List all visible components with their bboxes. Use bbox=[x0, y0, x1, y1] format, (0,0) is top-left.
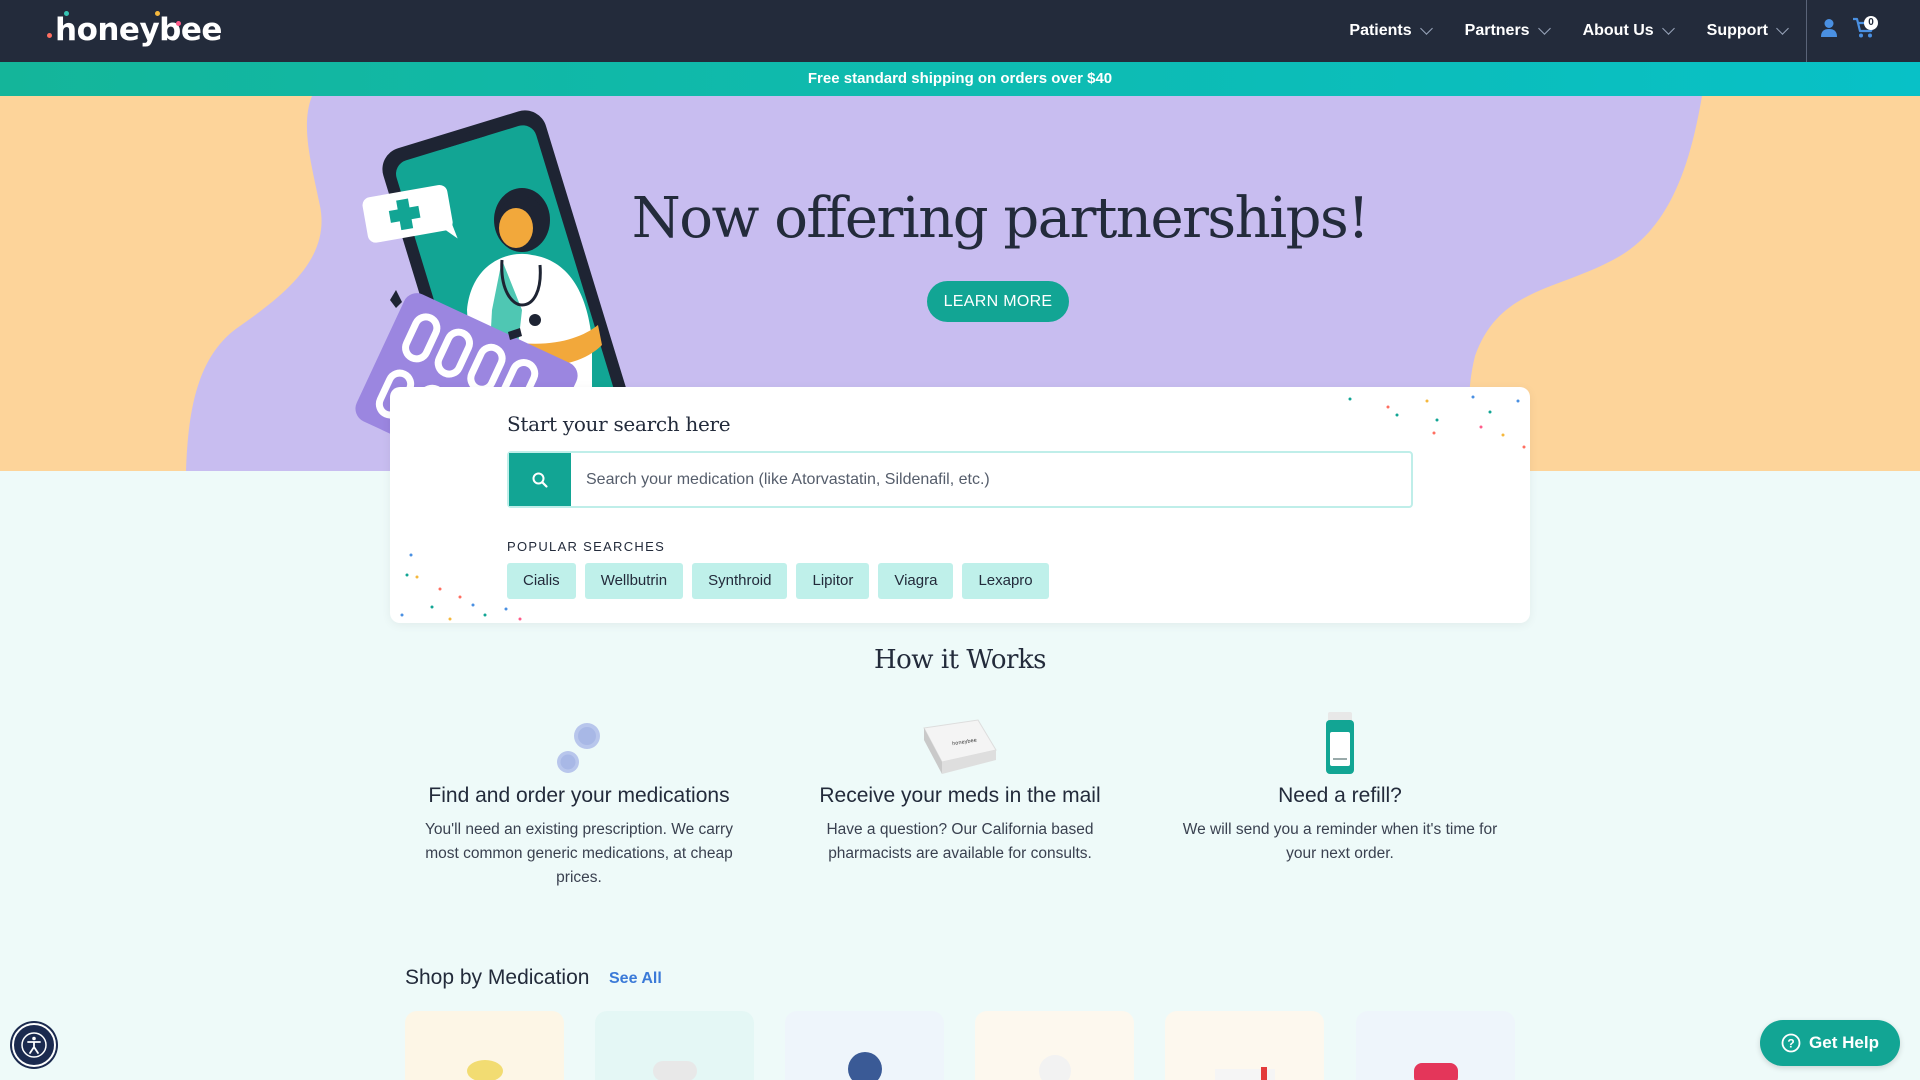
step-receive-mail: honeybee Receive your meds in the mail H… bbox=[790, 700, 1130, 866]
accessibility-icon bbox=[21, 1032, 47, 1058]
learn-more-button[interactable]: LEARN MORE bbox=[927, 281, 1069, 322]
step-description: Have a question? Our California based ph… bbox=[826, 821, 1094, 862]
help-icon: ? bbox=[1781, 1033, 1801, 1053]
logo-dot bbox=[176, 21, 181, 26]
bottle-icon bbox=[1326, 712, 1354, 774]
nav-partners[interactable]: Partners bbox=[1464, 22, 1551, 40]
chevron-down-icon bbox=[1537, 22, 1551, 35]
pill-image bbox=[1215, 1067, 1275, 1080]
logo-dot bbox=[64, 11, 69, 16]
popular-search-chip[interactable]: Synthroid bbox=[692, 563, 788, 599]
popular-search-chip[interactable]: Lexapro bbox=[962, 563, 1049, 599]
popular-searches-list: Cialis Wellbutrin Synthroid Lipitor Viag… bbox=[507, 563, 1049, 599]
nav-label: Patients bbox=[1349, 22, 1412, 39]
nav-label: Support bbox=[1706, 22, 1768, 39]
popular-search-chip[interactable]: Viagra bbox=[878, 563, 954, 599]
medication-card[interactable] bbox=[1356, 1011, 1515, 1080]
pill-image bbox=[1039, 1055, 1071, 1080]
logo-dot bbox=[155, 11, 160, 16]
main-nav: Patients Partners About Us Support bbox=[1349, 0, 1789, 62]
search-button[interactable] bbox=[509, 453, 571, 506]
step-title: Find and order your medications bbox=[428, 784, 730, 807]
search-bar bbox=[507, 451, 1413, 508]
user-account-icon[interactable] bbox=[1820, 18, 1838, 38]
pill-image bbox=[1414, 1063, 1458, 1080]
search-heading: Start your search here bbox=[507, 412, 731, 436]
chevron-down-icon bbox=[1661, 22, 1675, 35]
shipping-announcement: Free standard shipping on orders over $4… bbox=[0, 62, 1920, 96]
pill-image bbox=[653, 1061, 697, 1080]
step-title: Receive your meds in the mail bbox=[819, 784, 1101, 807]
popular-search-chip[interactable]: Lipitor bbox=[796, 563, 870, 599]
step-title: Need a refill? bbox=[1278, 784, 1402, 807]
medication-card[interactable] bbox=[595, 1011, 754, 1080]
popular-search-chip[interactable]: Wellbutrin bbox=[584, 563, 684, 599]
logo-text: honeybee bbox=[55, 12, 222, 48]
nav-divider bbox=[1806, 0, 1807, 62]
medication-card[interactable] bbox=[405, 1011, 564, 1080]
get-help-label: Get Help bbox=[1809, 1033, 1879, 1052]
step-find-order: Find and order your medications You'll n… bbox=[409, 700, 749, 890]
logo-dot bbox=[47, 33, 52, 38]
chevron-down-icon bbox=[1419, 22, 1433, 35]
see-all-link[interactable]: See All bbox=[609, 970, 662, 988]
step-refill: Need a refill? We will send you a remind… bbox=[1170, 700, 1510, 866]
honeybee-logo[interactable]: honeybee bbox=[47, 11, 222, 48]
nav-label: Partners bbox=[1464, 22, 1530, 39]
shop-by-medication-title: Shop by Medication bbox=[405, 966, 590, 989]
nav-support[interactable]: Support bbox=[1706, 22, 1789, 40]
search-icon bbox=[532, 472, 548, 488]
medication-card[interactable] bbox=[785, 1011, 944, 1080]
nav-about-us[interactable]: About Us bbox=[1582, 22, 1675, 40]
get-help-button[interactable]: ? Get Help bbox=[1760, 1020, 1900, 1066]
popular-search-chip[interactable]: Cialis bbox=[507, 563, 576, 599]
svg-text:?: ? bbox=[1787, 1037, 1794, 1051]
site-header: honeybee Patients Partners About Us Supp… bbox=[0, 0, 1920, 62]
accessibility-button[interactable] bbox=[12, 1023, 56, 1067]
nav-label: About Us bbox=[1582, 22, 1654, 39]
hero-title: Now offering partnerships! bbox=[631, 186, 1370, 251]
medication-card[interactable] bbox=[975, 1011, 1134, 1080]
package-icon: honeybee bbox=[923, 719, 997, 774]
step-description: We will send you a reminder when it's ti… bbox=[1182, 821, 1498, 862]
cart-count-badge: 0 bbox=[1864, 16, 1878, 30]
chevron-down-icon bbox=[1776, 22, 1789, 35]
search-card: Start your search here POPULAR SEARCHES … bbox=[390, 387, 1530, 623]
medication-search-input[interactable] bbox=[571, 453, 1411, 506]
how-it-works-title: How it Works bbox=[873, 645, 1047, 675]
step-description: You'll need an existing prescription. We… bbox=[425, 821, 733, 886]
pill-image bbox=[467, 1060, 503, 1080]
medication-card[interactable] bbox=[1165, 1011, 1324, 1080]
nav-patients[interactable]: Patients bbox=[1349, 22, 1433, 40]
pills-icon bbox=[557, 723, 600, 773]
popular-searches-label: POPULAR SEARCHES bbox=[507, 539, 666, 554]
pill-image bbox=[848, 1052, 882, 1080]
